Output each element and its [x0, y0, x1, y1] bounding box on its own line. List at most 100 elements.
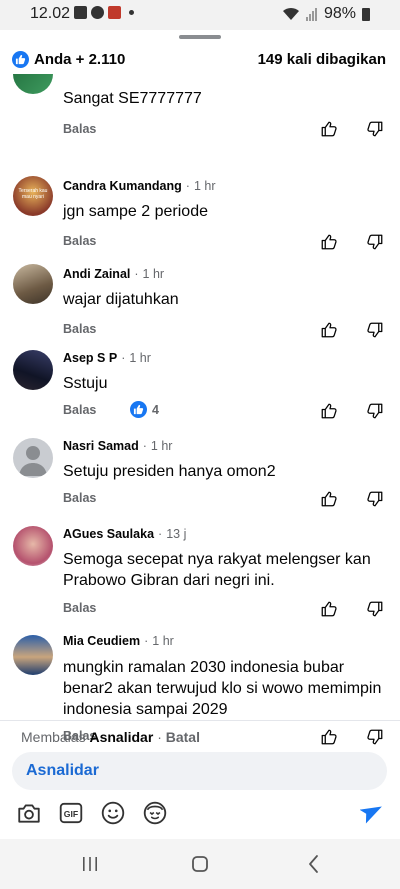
- commenter-avatar[interactable]: [13, 264, 53, 304]
- comment-text: Sangat SE7777777: [63, 90, 202, 107]
- shares-count[interactable]: 149 kali dibagikan: [258, 51, 386, 68]
- thumbs-down-icon[interactable]: [366, 600, 384, 618]
- commenter-name[interactable]: Nasri Samad: [63, 439, 139, 453]
- composer-divider: [0, 720, 400, 721]
- comment-item: Asep S P · 1 hr Sstuju Balas 4: [0, 345, 400, 433]
- comment-time: 1 hr: [142, 267, 165, 281]
- thumbs-up-icon[interactable]: [320, 600, 338, 618]
- thumbs-up-icon[interactable]: [320, 233, 338, 251]
- back-button[interactable]: [301, 851, 327, 877]
- comment-time: 13 j: [166, 527, 187, 541]
- more-notifications-icon: [129, 10, 134, 15]
- avatar-caption: Terserah kau mau nyari: [18, 188, 48, 200]
- comment-meta: Andi Zainal · 1 hr: [63, 267, 165, 281]
- comment-meta: AGues Saulaka · 13 j: [63, 527, 187, 541]
- camera-button[interactable]: [14, 798, 44, 828]
- app-notification-icon: [108, 6, 121, 19]
- reply-button[interactable]: Balas: [63, 601, 96, 615]
- comment-text: Semoga secepat nya rakyat melengser kan …: [63, 551, 371, 589]
- thumbs-down-icon[interactable]: [366, 120, 384, 138]
- emoji-icon: [101, 801, 125, 825]
- gif-icon: GIF: [59, 802, 83, 824]
- thumbs-up-icon[interactable]: [320, 402, 338, 420]
- comment-meta: Asep S P · 1 hr: [63, 351, 151, 365]
- thumbs-up-icon[interactable]: [320, 490, 338, 508]
- commenter-avatar[interactable]: [13, 635, 53, 675]
- thumbs-up-icon[interactable]: [320, 321, 338, 339]
- recents-icon: [83, 857, 97, 871]
- reply-button[interactable]: Balas: [63, 122, 96, 136]
- reactions-count: Anda + 2.110: [34, 50, 126, 68]
- sheet-drag-handle[interactable]: [179, 35, 221, 39]
- default-avatar-icon: [19, 446, 47, 476]
- thumbs-up-icon[interactable]: [320, 728, 338, 746]
- thumbs-down-icon[interactable]: [366, 490, 384, 508]
- comment-item: Terserah kau mau nyari Candra Kumandang …: [0, 169, 400, 257]
- thumbs-down-icon[interactable]: [366, 402, 384, 420]
- send-button[interactable]: [358, 798, 388, 828]
- composer-toolbar: GIF: [0, 798, 400, 830]
- replying-to-label: Membalas Asnalidar · Batal: [21, 729, 200, 745]
- status-time: 12.02: [30, 5, 71, 22]
- recents-button[interactable]: [77, 851, 103, 877]
- comment-text: wajar dijatuhkan: [63, 291, 179, 308]
- commenter-name[interactable]: Mia Ceudiem: [63, 634, 140, 648]
- replying-prefix: Membalas: [21, 729, 86, 745]
- comment-item: Nasri Samad · 1 hr Setuju presiden hanya…: [0, 433, 400, 521]
- commenter-avatar[interactable]: [13, 74, 53, 94]
- commenter-name[interactable]: Candra Kumandang: [63, 179, 182, 193]
- emoji-button[interactable]: [98, 798, 128, 828]
- commenter-name[interactable]: Andi Zainal: [63, 267, 130, 281]
- comment-vote-buttons: [320, 490, 384, 508]
- thumbs-down-icon[interactable]: [366, 321, 384, 339]
- reactions-summary: Anda + 2.110 149 kali dibagikan: [0, 44, 400, 74]
- thumbs-up-icon[interactable]: [320, 120, 338, 138]
- comment-vote-buttons: [320, 120, 384, 138]
- comments-list[interactable]: Sangat SE7777777 Balas Terserah kau mau …: [0, 74, 400, 750]
- comment-item: Andi Zainal · 1 hr wajar dijatuhkan Bala…: [0, 257, 400, 345]
- commenter-avatar[interactable]: Terserah kau mau nyari: [13, 176, 53, 216]
- replying-to-name: Asnalidar: [89, 729, 154, 745]
- reply-button[interactable]: Balas: [63, 403, 96, 417]
- battery-icon: [362, 7, 370, 21]
- notification-icons: [74, 6, 134, 19]
- comment-vote-buttons: [320, 233, 384, 251]
- commenter-avatar[interactable]: [13, 526, 53, 566]
- send-icon: [360, 806, 382, 824]
- back-icon: [309, 855, 318, 873]
- commenter-name[interactable]: Asep S P: [63, 351, 117, 365]
- comment-vote-buttons: [320, 321, 384, 339]
- comments-sheet: Anda + 2.110 149 kali dibagikan Sangat S…: [0, 30, 400, 839]
- reply-button[interactable]: Balas: [63, 491, 96, 505]
- comment-vote-buttons: [320, 600, 384, 618]
- system-navigation-bar: [0, 839, 400, 889]
- avatar-sticker-button[interactable]: [140, 798, 170, 828]
- thumbs-down-icon[interactable]: [366, 233, 384, 251]
- comment-text: Sstuju: [63, 375, 108, 392]
- home-button[interactable]: [187, 851, 213, 877]
- reply-button[interactable]: Balas: [63, 234, 96, 248]
- comment-vote-buttons: [320, 728, 384, 746]
- gif-button[interactable]: GIF: [56, 798, 86, 828]
- comment-time: 1 hr: [193, 179, 216, 193]
- status-right: 98%: [282, 5, 370, 23]
- commenter-name[interactable]: AGues Saulaka: [63, 527, 154, 541]
- commenter-avatar[interactable]: [13, 438, 53, 478]
- wifi-icon: [282, 7, 299, 20]
- commenter-avatar[interactable]: [13, 350, 53, 390]
- thumbs-down-icon[interactable]: [366, 728, 384, 746]
- comment-like-count[interactable]: 4: [130, 401, 159, 418]
- comment-meta: Candra Kumandang · 1 hr: [63, 179, 216, 193]
- battery-level: 98%: [323, 5, 356, 22]
- status-bar: 12.02 98%: [0, 0, 400, 30]
- comment-text: Setuju presiden hanya omon2: [63, 463, 276, 480]
- comment-input-mention: Asnalidar: [26, 762, 99, 779]
- comment-time: 1 hr: [152, 634, 174, 648]
- reply-button[interactable]: Balas: [63, 322, 96, 336]
- reactions-button[interactable]: Anda + 2.110: [12, 50, 126, 68]
- cancel-reply-button[interactable]: Batal: [166, 729, 200, 745]
- comment-text: jgn sampe 2 periode: [63, 203, 208, 220]
- like-reaction-icon: [130, 401, 147, 418]
- comment-input[interactable]: Asnalidar: [12, 752, 387, 790]
- camera-icon: [18, 804, 40, 823]
